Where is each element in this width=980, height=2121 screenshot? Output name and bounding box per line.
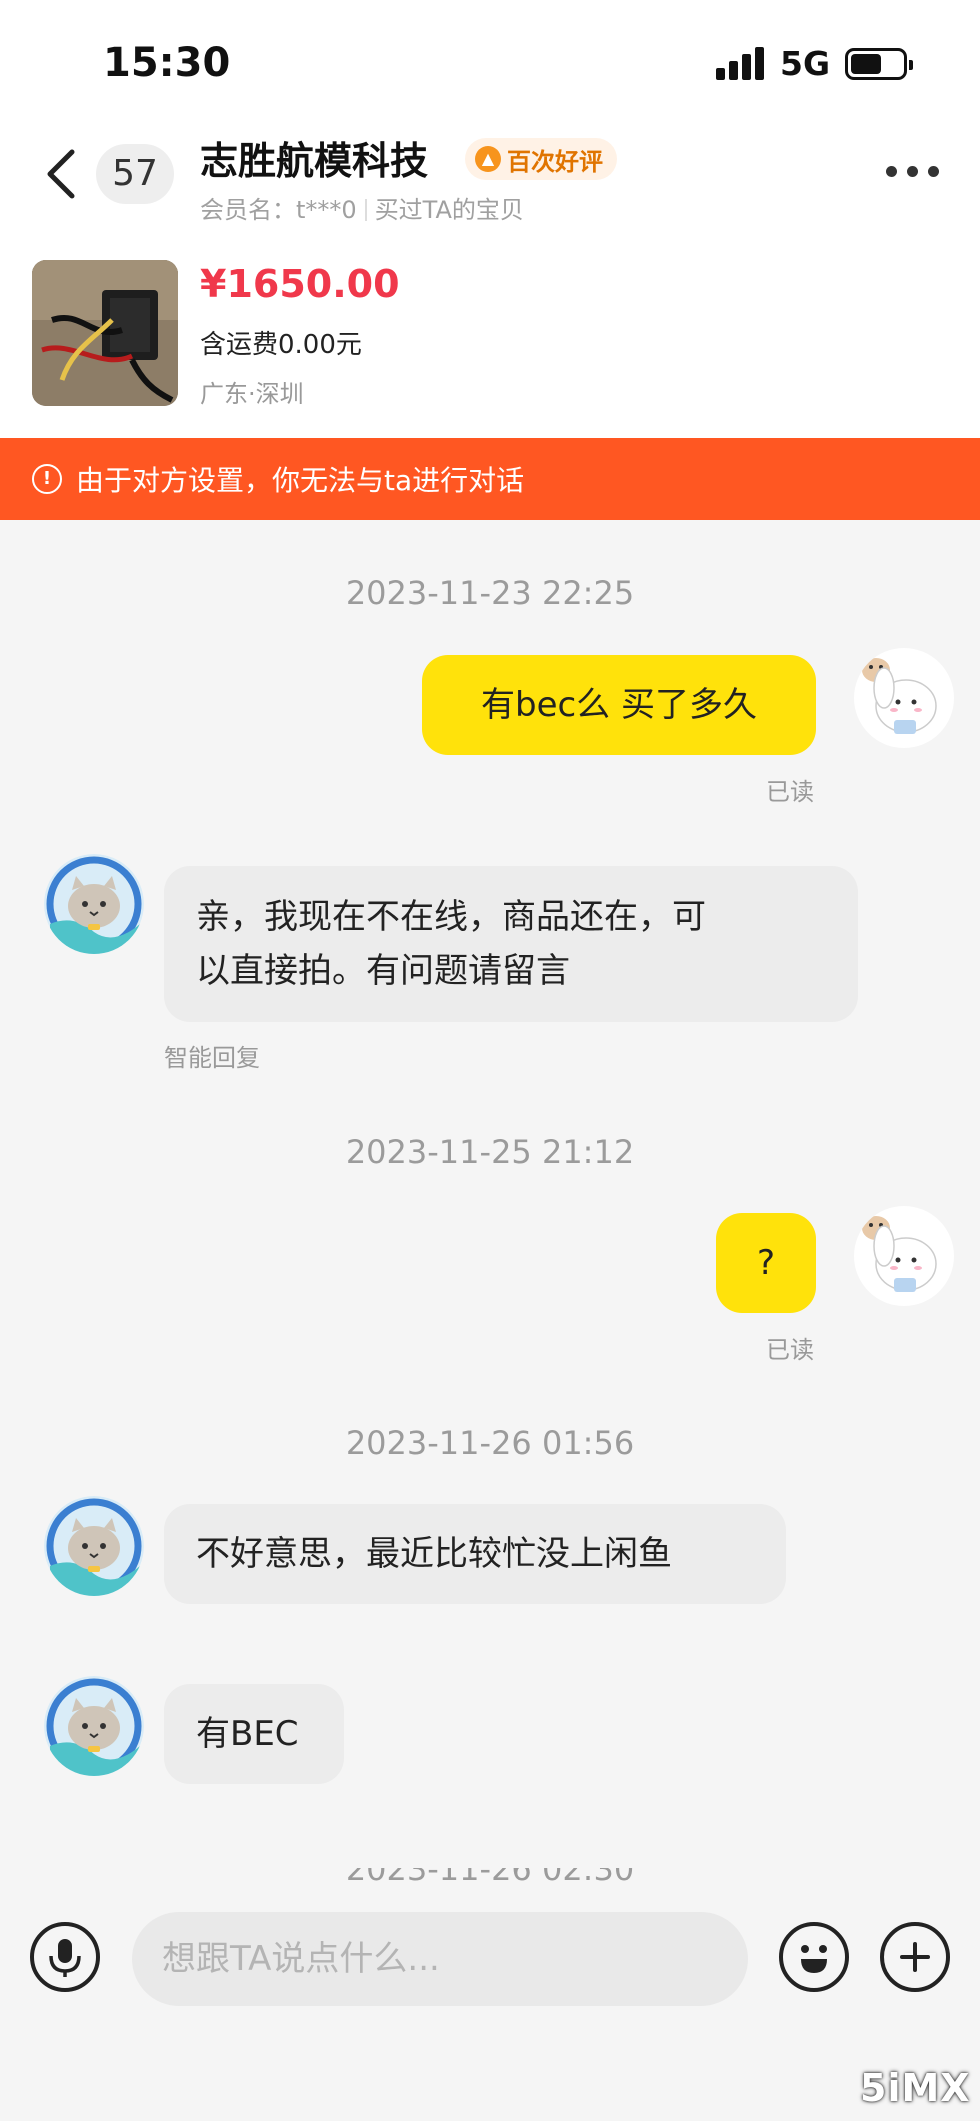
restriction-banner: ! 由于对方设置，你无法与ta进行对话 [0,438,980,520]
product-thumbnail[interactable] [32,260,178,406]
member-info: 会员名：t***0 买过TA的宝贝 [200,190,524,225]
product-location: 广东·深圳 [200,380,304,408]
unread-count-badge[interactable]: 57 [96,144,174,204]
input-bar [0,1882,980,2121]
message-timestamp: 2023-11-26 01:56 [345,1424,635,1462]
smart-reply-label: 智能回复 [164,1044,260,1072]
back-button[interactable] [42,148,82,200]
voice-button[interactable] [30,1922,100,1992]
message-bubble-incoming[interactable]: 不好意思，最近比较忙没上闲鱼 [164,1504,786,1604]
message-bubble-outgoing[interactable]: 有bec么 买了多久 [422,655,816,755]
more-button[interactable] [886,166,940,178]
read-status: 已读 [766,1336,814,1364]
chevron-left-icon [47,149,75,199]
chat-header-area: 15:30 5G 57 志胜航模科技 ▲ 百次好评 会员名：t***0 买过TA的… [0,0,980,438]
praise-badge[interactable]: ▲ 百次好评 [465,138,617,180]
user-avatar[interactable] [854,1206,954,1306]
thumbs-up-icon: ▲ [475,146,501,172]
message-input[interactable] [132,1912,748,2006]
mic-icon [49,1939,81,1977]
message-timestamp: 2023-11-23 22:25 [345,574,635,612]
seller-avatar[interactable] [44,1496,144,1596]
member-name: 会员名：t***0 [200,196,357,224]
user-avatar[interactable] [854,648,954,748]
emoji-icon [801,1945,827,1973]
partial-timestamp-text: 2023-11-26 02:30 [0,1868,980,1882]
message-timestamp-partial: 2023-11-26 02:30 [0,1868,980,1882]
seller-avatar[interactable] [44,1676,144,1776]
more-dots-icon [886,166,897,177]
message-bubble-incoming[interactable]: 亲，我现在不在线，商品还在，可 以直接拍。有问题请留言 [164,866,858,1022]
message-line: 以直接拍。有问题请留言 [196,951,570,991]
emoji-button[interactable] [779,1922,849,1992]
seller-name[interactable]: 志胜航模科技 [200,130,428,185]
product-price: ¥1650.00 [200,262,400,306]
plus-button[interactable] [880,1922,950,1992]
message-timestamp: 2023-11-25 21:12 [345,1133,635,1171]
praise-badge-label: 百次好评 [507,147,603,176]
message-line: 亲，我现在不在线，商品还在，可 [196,897,706,937]
bought-label: 买过TA的宝贝 [374,196,524,224]
status-time: 15:30 [103,40,231,86]
seller-avatar[interactable] [44,854,144,954]
message-bubble-incoming[interactable]: 有BEC [164,1684,344,1784]
shipping-info: 含运费0.00元 [200,330,362,360]
warning-circle-icon: ! [32,464,62,494]
read-status: 已读 [766,778,814,806]
network-type: 5G [780,44,831,83]
banner-text: 由于对方设置，你无法与ta进行对话 [76,464,525,497]
message-bubble-outgoing[interactable]: ? [716,1213,816,1313]
signal-icon [716,46,764,80]
divider [364,199,367,221]
watermark-logo: 5iMX [860,2066,971,2110]
battery-icon [845,48,913,80]
